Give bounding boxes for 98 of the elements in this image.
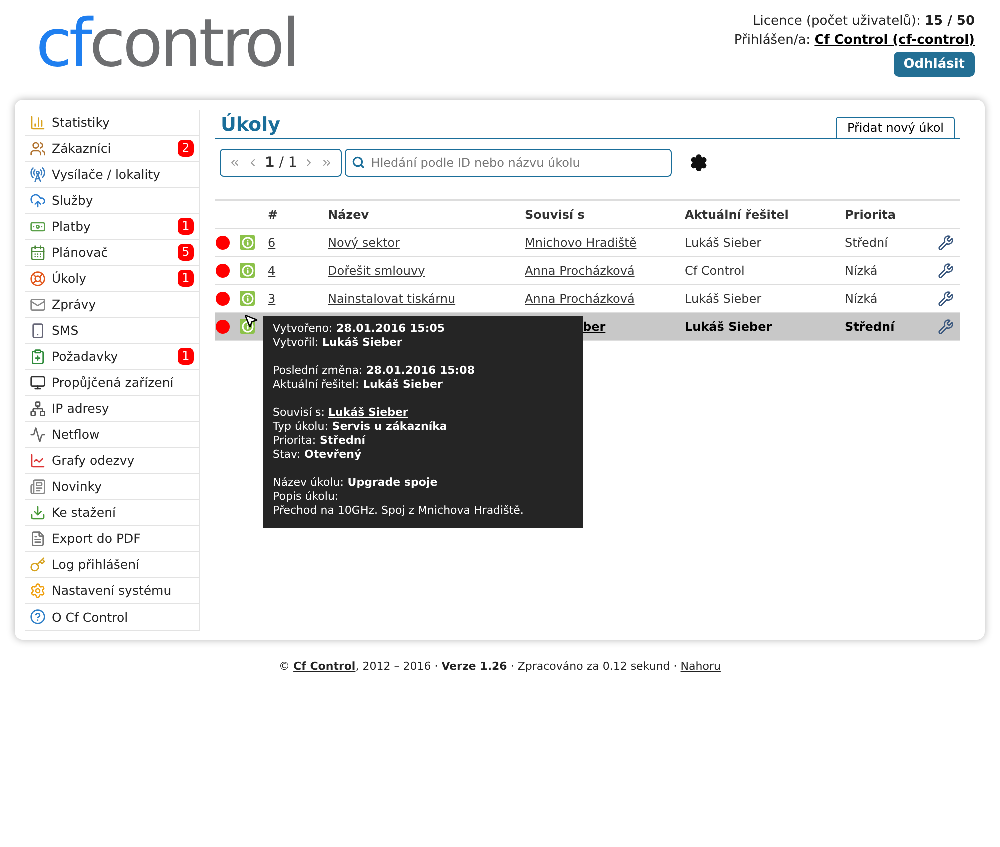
count-badge: 5 (178, 244, 194, 261)
task-id-link[interactable]: 6 (268, 236, 276, 250)
logout-button[interactable]: Odhlásit (894, 52, 975, 77)
sidebar-item[interactable]: Grafy odezvy (25, 448, 199, 474)
sidebar-item[interactable]: O Cf Control (25, 604, 199, 630)
sidebar-item[interactable]: Vysílače / lokality (25, 162, 199, 188)
help-icon (30, 609, 46, 625)
top-link[interactable]: Nahoru (680, 660, 721, 673)
tools-icon[interactable] (938, 290, 954, 306)
related-link[interactable]: Anna Procházková (525, 264, 635, 278)
table-cell-text: Střední (845, 236, 889, 250)
related-link[interactable]: Anna Procházková (525, 292, 635, 306)
table-cell-text: Lukáš Sieber (685, 320, 774, 334)
count-badge: 1 (178, 218, 194, 235)
line-graph-icon (30, 426, 46, 442)
tools-icon[interactable] (938, 318, 954, 334)
task-name-link[interactable]: Nový sektor (328, 236, 400, 250)
document-icon (30, 530, 46, 546)
logo: cfcontrol (36, 8, 298, 80)
footer-text: © Cf Control, 2012 – 2016 · Verze 1.26 · Zpracováno za 0.12 sekund · Nahoru (279, 660, 721, 673)
tooltip-text: Stav: Otevřený (273, 448, 362, 461)
bar-chart-icon (30, 114, 46, 130)
tooltip-text: Přechod na 10GHz. Spoj z Mnichova Hradiště. (273, 504, 524, 517)
sidebar-item[interactable]: Statistiky (25, 110, 199, 136)
add-task-button[interactable]: Přidat nový úkol (836, 117, 955, 138)
user-link[interactable]: Cf Control (cf-control) (814, 33, 975, 48)
sidebar-item[interactable]: Ke stažení (25, 500, 199, 526)
table-cell-text: Střední (845, 320, 896, 334)
column-header: Název (328, 208, 370, 222)
chart-icon (30, 452, 46, 468)
tooltip-text: Poslední změna: 28.01.2016 15:08 (273, 364, 475, 377)
tooltip-text: Typ úkolu: Servis u zákazníka (273, 420, 448, 433)
task-name-link[interactable]: Dořešit smlouvy (328, 264, 426, 278)
gear-icon (30, 582, 46, 598)
sidebar-item[interactable]: Platby 1 (25, 214, 199, 240)
tooltip-text: Souvisí s: (273, 406, 325, 419)
sidebar-item[interactable]: Propůjčená zařízení (25, 370, 199, 396)
tooltip-text: Aktuální řešitel: Lukáš Sieber (273, 378, 443, 391)
column-header: Priorita (845, 208, 897, 222)
tooltip-link[interactable]: Lukáš Sieber (328, 406, 408, 419)
sidebar-item[interactable]: SMS (25, 318, 199, 344)
licence-text: Licence (počet uživatelů): 15 / 50 (752, 13, 975, 31)
tooltip-text: Název úkolu: Upgrade spoje (273, 476, 438, 489)
first-page-icon[interactable] (229, 157, 241, 169)
column-header: Souvisí s (525, 208, 586, 222)
notepad-icon (30, 348, 46, 364)
owner-link[interactable]: Cf Control (294, 660, 356, 673)
newspaper-icon (30, 478, 46, 494)
column-header: # (268, 208, 280, 222)
tooltip-text: Popis úkolu: (273, 490, 339, 503)
sidebar-item[interactable]: Export do PDF (25, 526, 199, 552)
page-title: Úkoly (221, 112, 281, 138)
network-icon (30, 400, 46, 416)
sidebar-item[interactable]: Zákazníci 2 (25, 136, 199, 162)
sidebar-item[interactable]: Netflow (25, 422, 199, 448)
calendar-icon (30, 244, 46, 260)
sidebar-item[interactable]: Služby (25, 188, 199, 214)
table-cell-text: Nízká (845, 264, 879, 278)
tools-icon[interactable] (938, 234, 954, 250)
sidebar-item[interactable]: IP adresy (25, 396, 199, 422)
table-cell-text: Lukáš Sieber (685, 292, 763, 306)
search-field[interactable]: Hledání podle ID nebo názvu úkolu (345, 149, 672, 177)
count-badge: 1 (178, 348, 194, 365)
key-icon (30, 556, 46, 572)
sidebar-item[interactable]: Plánovač 5 (25, 240, 199, 266)
download-box-icon (30, 504, 46, 520)
table-row[interactable]: 4 Dořešit smlouvy Anna Procházková Cf Control Nízká (215, 257, 960, 285)
table-row[interactable]: 6 Nový sektor Mnichovo Hradiště Lukáš Sieber Střední (215, 229, 960, 257)
search-icon (352, 156, 366, 169)
table-cell-text: Nízká (845, 292, 879, 306)
lifebuoy-icon (30, 270, 46, 286)
related-link[interactable]: Mnichovo Hradiště (525, 236, 637, 250)
people-icon (30, 140, 46, 156)
column-header: Aktuální řešitel (685, 208, 790, 222)
sidebar-item[interactable]: Log přihlášení (25, 552, 199, 578)
sidebar-item[interactable]: Novinky (25, 474, 199, 500)
tools-icon[interactable] (938, 262, 954, 278)
page-number: 1 / 1 (265, 155, 298, 171)
task-name-link[interactable]: Nainstalovat tiskárnu (328, 292, 456, 306)
envelope-icon (30, 296, 46, 312)
antenna-icon (30, 166, 46, 182)
sidebar-item[interactable]: Úkoly 1 (25, 266, 199, 292)
computer-icon (30, 374, 46, 390)
count-badge: 2 (178, 140, 194, 157)
tooltip-text: Priorita: Střední (273, 434, 366, 447)
sidebar-item[interactable]: Nastavení systému (25, 578, 199, 604)
sidebar-item[interactable]: Požadavky 1 (25, 344, 199, 370)
cloud-upload-icon (30, 192, 46, 208)
last-page-icon[interactable] (321, 157, 334, 169)
phone-icon (30, 322, 46, 338)
user-label: Přihlášen/a: (734, 33, 812, 48)
count-badge: 1 (178, 270, 194, 287)
task-id-link[interactable]: 3 (268, 292, 276, 306)
task-id-link[interactable]: 4 (268, 264, 276, 278)
table-cell-text: Cf Control (685, 264, 746, 278)
tooltip-text: Vytvořeno: 28.01.2016 15:05 (273, 322, 446, 335)
table-cell-text: Lukáš Sieber (685, 236, 763, 250)
sidebar-item[interactable]: Zprávy (25, 292, 199, 318)
